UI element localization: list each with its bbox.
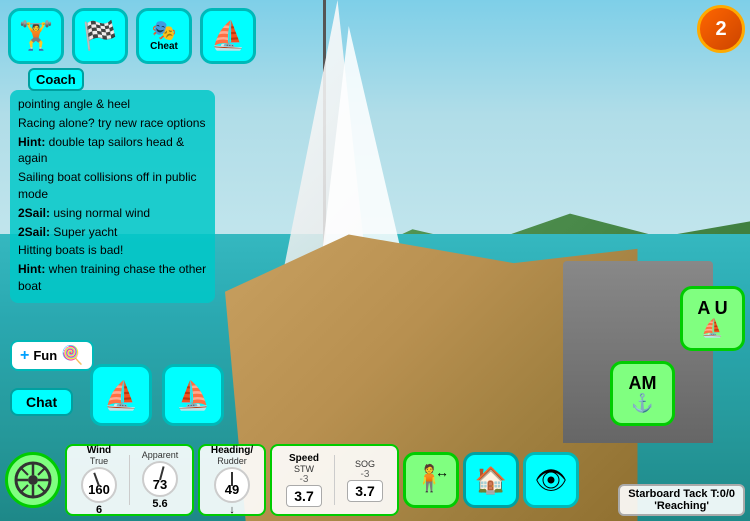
- cheat-button[interactable]: 🎭 Cheat: [136, 8, 192, 64]
- coach-msg-8: Hint: when training chase the other boat: [18, 261, 207, 295]
- fun-button[interactable]: + Fun 🍭: [10, 340, 94, 371]
- sail-button-1[interactable]: ⛵: [90, 364, 152, 426]
- coach-msg-2: Racing alone? try new race options: [18, 115, 207, 132]
- home-icon: 🏠: [475, 465, 507, 496]
- boat-select-button[interactable]: ⛵: [200, 8, 256, 64]
- twosail-suffix-2: Super yacht: [50, 225, 117, 239]
- flag-button[interactable]: 🏁: [72, 8, 128, 64]
- tack-arrow-button[interactable]: 🧍 ↔: [403, 452, 459, 508]
- chat-button[interactable]: Chat: [10, 388, 73, 416]
- person-button[interactable]: 🏋️: [8, 8, 64, 64]
- arrow-icon: 🧍 ↔: [413, 459, 449, 501]
- wheel-icon: [13, 460, 53, 500]
- coach-msg-1: pointing angle & heel: [18, 96, 207, 113]
- boat-icon: ⛵: [211, 22, 246, 50]
- coach-msg-5: 2Sail: using normal wind: [18, 205, 207, 222]
- au-button[interactable]: A U ⛵: [680, 286, 745, 351]
- cheat-label: Cheat: [150, 41, 178, 52]
- sail-1-icon: ⛵: [104, 379, 139, 412]
- fun-candy-icon: 🍭: [61, 345, 83, 366]
- coach-tab-label: Coach: [36, 72, 76, 87]
- chat-label: Chat: [26, 394, 57, 410]
- twosail-text-1: using normal wind: [50, 206, 150, 220]
- coach-msg-4: Sailing boat collisions off in public mo…: [18, 169, 207, 203]
- hint-label-1: Hint:: [18, 135, 45, 149]
- coach-msg-7: Hitting boats is bad!: [18, 242, 207, 259]
- fun-plus-icon: +: [20, 347, 29, 365]
- svg-text:↔: ↔: [435, 464, 449, 480]
- am-button[interactable]: AM ⚓: [610, 361, 675, 426]
- coach-tab[interactable]: Coach: [28, 68, 84, 91]
- hint-text-2: when training chase the other boat: [18, 262, 206, 293]
- rank-badge: 2: [697, 5, 745, 53]
- fun-label: Fun: [33, 348, 57, 363]
- steering-wheel-button[interactable]: [5, 452, 61, 508]
- sail-2-icon: ⛵: [176, 379, 211, 412]
- person-icon: 🏋️: [19, 22, 54, 50]
- flag-icon: 🏁: [83, 22, 118, 50]
- hint-label-2: Hint:: [18, 262, 45, 276]
- cheat-icon: 🎭: [152, 21, 177, 41]
- au-icon: A U ⛵: [697, 299, 727, 339]
- twosail-label-2: 2Sail:: [18, 225, 50, 239]
- coach-panel[interactable]: pointing angle & heel Racing alone? try …: [10, 90, 215, 303]
- coach-msg-6: 2Sail: Super yacht: [18, 224, 207, 241]
- eye-button[interactable]: 👁: [523, 452, 579, 508]
- am-icon: AM ⚓: [629, 374, 657, 414]
- eye-icon: 👁: [534, 465, 567, 496]
- badge-value: 2: [715, 18, 726, 41]
- home-button[interactable]: 🏠: [463, 452, 519, 508]
- twosail-label-1: 2Sail:: [18, 206, 50, 220]
- sail-button-2[interactable]: ⛵: [162, 364, 224, 426]
- coach-msg-3: Hint: double tap sailors head & again: [18, 134, 207, 168]
